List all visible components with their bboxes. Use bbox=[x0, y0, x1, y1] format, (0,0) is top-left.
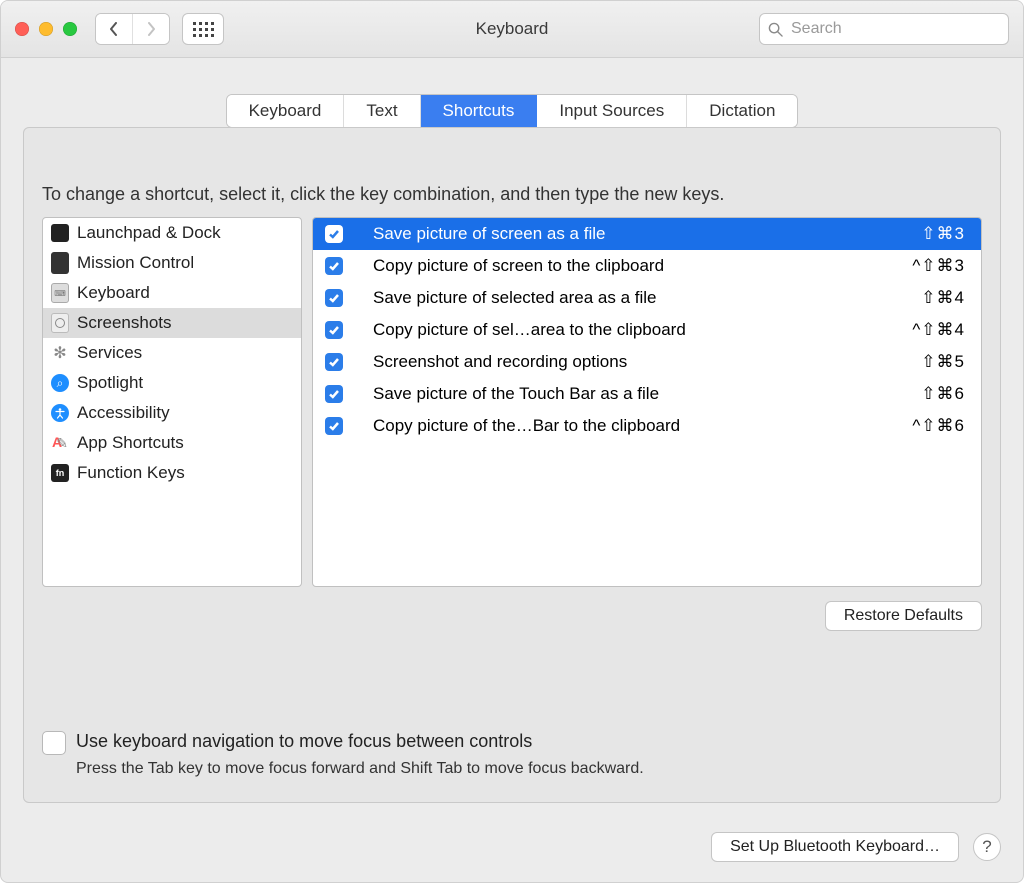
category-services[interactable]: ✻ Services bbox=[43, 338, 301, 368]
category-accessibility[interactable]: Accessibility bbox=[43, 398, 301, 428]
tab-keyboard[interactable]: Keyboard bbox=[227, 95, 345, 127]
accessibility-icon bbox=[51, 404, 69, 422]
category-launchpad-dock[interactable]: Launchpad & Dock bbox=[43, 218, 301, 248]
back-button[interactable] bbox=[96, 14, 132, 44]
category-keyboard[interactable]: ⌨︎ Keyboard bbox=[43, 278, 301, 308]
content-area: KeyboardTextShortcutsInput SourcesDictat… bbox=[1, 58, 1023, 825]
shortcut-enabled-checkbox[interactable] bbox=[325, 321, 343, 339]
forward-button[interactable] bbox=[132, 14, 169, 44]
category-screenshots[interactable]: Screenshots bbox=[43, 308, 301, 338]
shortcut-keys[interactable]: ^⇧⌘4 bbox=[912, 320, 965, 340]
shortcut-enabled-checkbox[interactable] bbox=[325, 257, 343, 275]
services-icon: ✻ bbox=[51, 344, 69, 362]
shortcut-label: Save picture of selected area as a file bbox=[355, 288, 909, 308]
shortcut-enabled-checkbox[interactable] bbox=[325, 289, 343, 307]
help-button[interactable]: ? bbox=[973, 833, 1001, 861]
category-label: Mission Control bbox=[77, 253, 194, 273]
shortcut-keys[interactable]: ^⇧⌘6 bbox=[912, 416, 965, 436]
search-input[interactable] bbox=[789, 19, 1000, 39]
category-label: Services bbox=[77, 343, 142, 363]
nav-back-forward bbox=[95, 13, 170, 45]
close-window-button[interactable] bbox=[15, 22, 29, 36]
shortcut-label: Copy picture of the…Bar to the clipboard bbox=[355, 416, 900, 436]
shortcut-label: Copy picture of sel…area to the clipboar… bbox=[355, 320, 900, 340]
mission-control-icon bbox=[51, 254, 69, 272]
shortcut-keys[interactable]: ⇧⌘5 bbox=[921, 352, 965, 372]
shortcut-row[interactable]: Copy picture of the…Bar to the clipboard… bbox=[313, 410, 981, 442]
category-label: Screenshots bbox=[77, 313, 172, 333]
restore-defaults-button[interactable]: Restore Defaults bbox=[825, 601, 982, 631]
shortcut-label: Save picture of screen as a file bbox=[355, 224, 909, 244]
category-spotlight[interactable]: ⌕ Spotlight bbox=[43, 368, 301, 398]
shortcut-row[interactable]: Save picture of selected area as a file ⇧… bbox=[313, 282, 981, 314]
shortcut-keys[interactable]: ⇧⌘3 bbox=[921, 224, 965, 244]
tab-text[interactable]: Text bbox=[344, 95, 420, 127]
chevron-right-icon bbox=[145, 22, 157, 36]
bluetooth-keyboard-button[interactable]: Set Up Bluetooth Keyboard… bbox=[711, 832, 959, 862]
shortcut-enabled-checkbox[interactable] bbox=[325, 417, 343, 435]
window-title: Keyboard bbox=[476, 19, 549, 39]
keyboard-nav-label: Use keyboard navigation to move focus be… bbox=[76, 731, 644, 752]
category-label: App Shortcuts bbox=[77, 433, 184, 453]
shortcut-list[interactable]: Save picture of screen as a file ⇧⌘3 Copy … bbox=[312, 217, 982, 587]
app-shortcuts-icon: A✎ bbox=[51, 434, 69, 452]
category-function-keys[interactable]: fn Function Keys bbox=[43, 458, 301, 488]
shortcuts-panel: To change a shortcut, select it, click t… bbox=[23, 127, 1001, 803]
tab-strip: KeyboardTextShortcutsInput SourcesDictat… bbox=[23, 94, 1001, 128]
titlebar: Keyboard bbox=[1, 1, 1023, 58]
bottom-bar: Set Up Bluetooth Keyboard… ? bbox=[23, 832, 1001, 862]
search-icon bbox=[768, 22, 783, 37]
shortcut-keys[interactable]: ⇧⌘6 bbox=[921, 384, 965, 404]
category-label: Spotlight bbox=[77, 373, 143, 393]
shortcut-label: Save picture of the Touch Bar as a file bbox=[355, 384, 909, 404]
search-field[interactable] bbox=[759, 13, 1009, 45]
screenshots-icon bbox=[51, 314, 69, 332]
tab-shortcuts[interactable]: Shortcuts bbox=[421, 95, 538, 127]
category-list[interactable]: Launchpad & Dock Mission Control ⌨︎ Keyboar… bbox=[42, 217, 302, 587]
shortcut-keys[interactable]: ⇧⌘4 bbox=[921, 288, 965, 308]
category-mission-control[interactable]: Mission Control bbox=[43, 248, 301, 278]
shortcut-label: Screenshot and recording options bbox=[355, 352, 909, 372]
shortcut-row[interactable]: Save picture of screen as a file ⇧⌘3 bbox=[313, 218, 981, 250]
segmented-control: KeyboardTextShortcutsInput SourcesDictat… bbox=[226, 94, 799, 128]
launchpad-icon bbox=[51, 224, 69, 242]
grid-icon bbox=[193, 22, 214, 37]
lists-container: Launchpad & Dock Mission Control ⌨︎ Keyboar… bbox=[42, 217, 982, 587]
shortcut-row[interactable]: Save picture of the Touch Bar as a file ⇧… bbox=[313, 378, 981, 410]
keyboard-nav-option: Use keyboard navigation to move focus be… bbox=[42, 731, 982, 778]
shortcut-row[interactable]: Copy picture of screen to the clipboard ^… bbox=[313, 250, 981, 282]
function-keys-icon: fn bbox=[51, 464, 69, 482]
tab-dictation[interactable]: Dictation bbox=[687, 95, 797, 127]
shortcut-row[interactable]: Screenshot and recording options ⇧⌘5 bbox=[313, 346, 981, 378]
shortcut-label: Copy picture of screen to the clipboard bbox=[355, 256, 900, 276]
category-label: Launchpad & Dock bbox=[77, 223, 221, 243]
shortcut-enabled-checkbox[interactable] bbox=[325, 225, 343, 243]
instruction-text: To change a shortcut, select it, click t… bbox=[42, 184, 982, 205]
window-controls bbox=[15, 22, 77, 36]
category-label: Function Keys bbox=[77, 463, 185, 483]
tab-input-sources[interactable]: Input Sources bbox=[537, 95, 687, 127]
keyboard-nav-checkbox[interactable] bbox=[42, 731, 66, 755]
keyboard-nav-hint: Press the Tab key to move focus forward … bbox=[76, 760, 644, 778]
show-all-button[interactable] bbox=[182, 13, 224, 45]
category-label: Keyboard bbox=[77, 283, 150, 303]
category-label: Accessibility bbox=[77, 403, 170, 423]
shortcut-keys[interactable]: ^⇧⌘3 bbox=[912, 256, 965, 276]
keyboard-icon: ⌨︎ bbox=[51, 284, 69, 302]
zoom-window-button[interactable] bbox=[63, 22, 77, 36]
chevron-left-icon bbox=[108, 22, 120, 36]
shortcut-enabled-checkbox[interactable] bbox=[325, 385, 343, 403]
shortcut-enabled-checkbox[interactable] bbox=[325, 353, 343, 371]
shortcut-row[interactable]: Copy picture of sel…area to the clipboar… bbox=[313, 314, 981, 346]
minimize-window-button[interactable] bbox=[39, 22, 53, 36]
restore-wrap: Restore Defaults bbox=[42, 601, 982, 631]
spotlight-icon: ⌕ bbox=[51, 374, 69, 392]
system-preferences-window: Keyboard KeyboardTextShortcutsInput Sour… bbox=[0, 0, 1024, 883]
category-app-shortcuts[interactable]: A✎ App Shortcuts bbox=[43, 428, 301, 458]
